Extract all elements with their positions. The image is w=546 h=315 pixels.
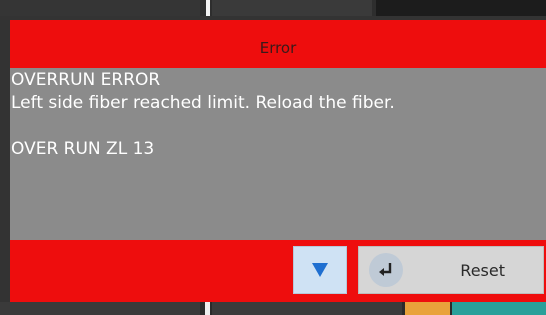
down-arrow-icon xyxy=(312,263,328,277)
error-dialog: Error OVERRUN ERROR Left side fiber reac… xyxy=(10,20,546,302)
background-top-segment xyxy=(376,0,546,16)
scroll-down-button[interactable] xyxy=(293,246,347,294)
dialog-footer: Reset xyxy=(10,240,546,302)
background-bottom-bar xyxy=(0,302,546,315)
error-detail-line: OVER RUN ZL 13 xyxy=(11,139,155,159)
background-top-bar xyxy=(0,0,546,16)
error-message-area: OVERRUN ERROR Left side fiber reached li… xyxy=(10,68,546,240)
background-top-divider xyxy=(206,0,210,16)
background-bottom-teal-block xyxy=(452,302,546,315)
reset-button[interactable]: Reset xyxy=(358,246,544,294)
dialog-title: Error xyxy=(259,39,297,57)
background-bottom-orange-block xyxy=(405,302,450,315)
reset-button-label: Reset xyxy=(460,260,505,280)
dialog-header: Error xyxy=(10,20,546,68)
error-description-line: Left side fiber reached limit. Reload th… xyxy=(11,93,395,113)
background-top-segment xyxy=(212,0,372,16)
error-code-line: OVERRUN ERROR xyxy=(11,70,161,90)
background-bottom-segment xyxy=(0,302,200,315)
background-bottom-segment xyxy=(212,302,402,315)
background-bottom-divider xyxy=(205,302,210,315)
background-top-segment xyxy=(0,0,200,16)
